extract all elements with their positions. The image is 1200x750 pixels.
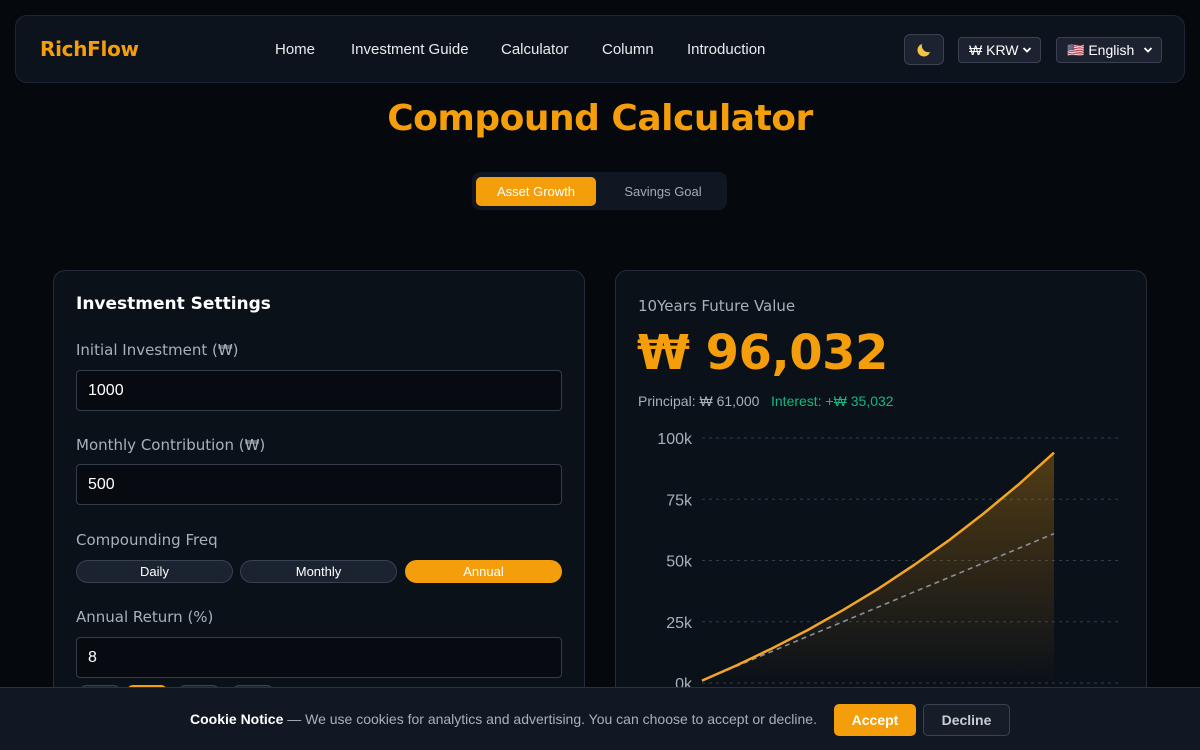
nav-link-home[interactable]: Home: [275, 41, 315, 58]
y-axis-tick-label: 50k: [666, 554, 693, 571]
principal-amount: Principal: ₩ 61,000: [638, 393, 760, 409]
initial-investment-input[interactable]: 1000: [76, 370, 562, 411]
result-card: 10Years Future Value ₩ 96,032 Principal:…: [615, 270, 1147, 730]
currency-select[interactable]: ₩ KRW: [958, 37, 1041, 63]
theme-toggle-button[interactable]: [904, 34, 944, 65]
chevron-down-icon: [1143, 47, 1153, 53]
nav-link-column[interactable]: Column: [602, 41, 654, 58]
moon-icon: [917, 43, 930, 57]
cookie-notice-title: Cookie Notice: [190, 711, 284, 727]
cookie-notice-body: — We use cookies for analytics and adver…: [283, 711, 817, 727]
cookie-banner: Cookie Notice — We use cookies for analy…: [0, 687, 1200, 750]
nav-link-calculator[interactable]: Calculator: [501, 41, 569, 58]
calculator-mode-switch: Asset Growth Savings Goal: [472, 172, 727, 210]
top-navigation: RichFlow Home Investment Guide Calculato…: [15, 15, 1185, 83]
chevron-down-icon: [1022, 47, 1032, 53]
brand-logo[interactable]: RichFlow: [40, 37, 139, 61]
freq-daily-button[interactable]: Daily: [76, 560, 233, 583]
page-title: Compound Calculator: [387, 98, 813, 139]
freq-monthly-button[interactable]: Monthly: [240, 560, 397, 583]
portfolio-area: [702, 452, 1054, 683]
currency-select-value: ₩ KRW: [969, 42, 1019, 58]
growth-chart: 100k75k50k25k0k: [657, 431, 1120, 693]
monthly-contribution-label: Monthly Contribution (₩): [76, 436, 266, 454]
tab-asset-growth[interactable]: Asset Growth: [476, 177, 596, 206]
future-value-label: 10Years Future Value: [638, 297, 796, 315]
accept-cookies-button[interactable]: Accept: [834, 704, 916, 736]
tab-savings-goal[interactable]: Savings Goal: [603, 177, 723, 206]
nav-link-investment-guide[interactable]: Investment Guide: [351, 41, 469, 58]
annual-return-label: Annual Return (%): [76, 608, 214, 626]
future-value-amount: ₩ 96,032: [637, 325, 888, 381]
y-axis-tick-label: 75k: [666, 492, 693, 509]
compounding-freq-label: Compounding Freq: [76, 531, 218, 549]
y-axis-tick-label: 100k: [657, 431, 693, 448]
investment-settings-card: Investment Settings Initial Investment (…: [53, 270, 585, 730]
language-select[interactable]: 🇺🇸 English: [1056, 37, 1162, 63]
freq-annual-button[interactable]: Annual: [405, 560, 562, 583]
interest-amount: Interest: +₩ 35,032: [771, 393, 894, 409]
cookie-notice-text: Cookie Notice — We use cookies for analy…: [190, 711, 817, 727]
nav-link-introduction[interactable]: Introduction: [687, 41, 765, 58]
decline-cookies-button[interactable]: Decline: [923, 704, 1010, 736]
y-axis-tick-label: 25k: [666, 615, 693, 632]
monthly-contribution-input[interactable]: 500: [76, 464, 562, 505]
initial-investment-label: Initial Investment (₩): [76, 341, 239, 359]
annual-return-input[interactable]: 8: [76, 637, 562, 678]
settings-title: Investment Settings: [76, 294, 271, 314]
language-select-value: 🇺🇸 English: [1067, 41, 1135, 58]
